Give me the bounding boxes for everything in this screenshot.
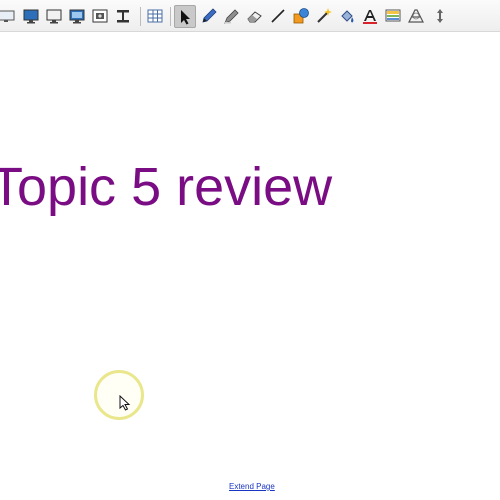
select-arrow-icon[interactable] <box>174 5 196 28</box>
fill-icon[interactable] <box>337 6 357 26</box>
toolbar-separator <box>140 7 141 26</box>
screen-icon[interactable] <box>0 6 16 26</box>
magic-pen-icon[interactable] <box>314 6 334 26</box>
document-camera-icon[interactable] <box>113 6 133 26</box>
text-icon[interactable] <box>360 6 380 26</box>
monitor-display-icon[interactable] <box>67 6 87 26</box>
whiteboard-canvas[interactable]: Topic 5 review <box>0 32 500 500</box>
page-title: Topic 5 review <box>0 157 333 217</box>
more-arrows-icon[interactable] <box>430 6 450 26</box>
toolbar-separator <box>170 7 171 26</box>
shapes-icon[interactable] <box>291 6 311 26</box>
pen-icon[interactable] <box>199 6 219 26</box>
extend-page-link[interactable]: Extend Page <box>229 482 275 491</box>
capture-icon[interactable] <box>406 6 426 26</box>
whiteboard-app: Topic 5 review Extend Page <box>0 0 500 500</box>
highlighter-icon[interactable] <box>222 6 242 26</box>
properties-icon[interactable] <box>383 6 403 26</box>
table-icon[interactable] <box>145 6 165 26</box>
line-icon[interactable] <box>268 6 288 26</box>
toolbar <box>0 0 500 32</box>
eraser-icon[interactable] <box>245 6 265 26</box>
mouse-pointer-icon <box>119 395 131 411</box>
screen-capture-icon[interactable] <box>90 6 110 26</box>
monitor-blank-icon[interactable] <box>44 6 64 26</box>
monitor-icon[interactable] <box>21 6 41 26</box>
